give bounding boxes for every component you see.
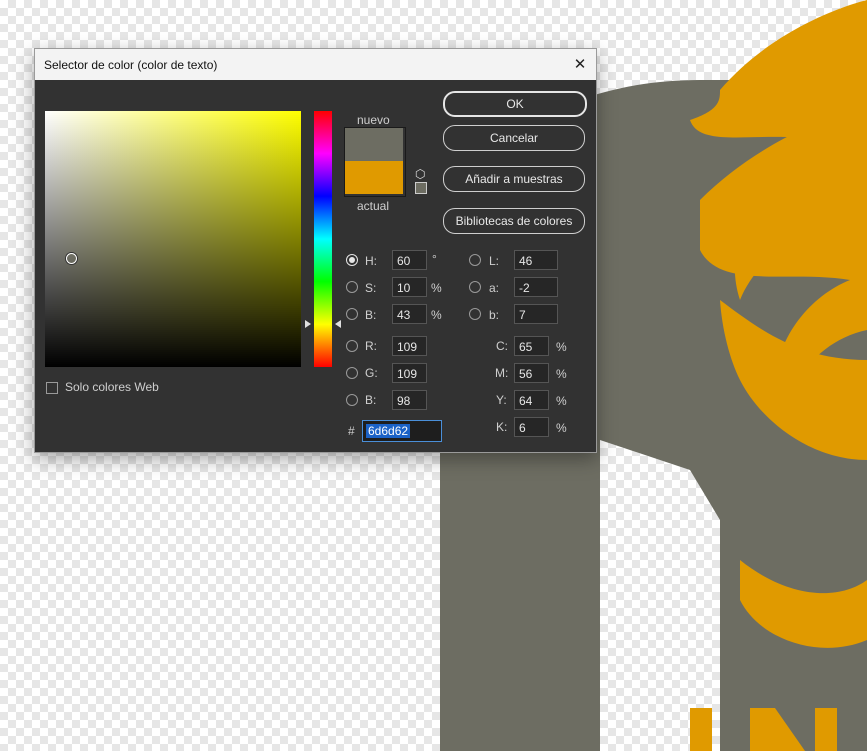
brightness-unit: % — [431, 308, 442, 322]
close-icon[interactable]: ✕ — [564, 49, 596, 80]
s-unit: % — [431, 281, 442, 295]
g-label: G: — [365, 366, 378, 380]
radio-h[interactable] — [346, 254, 358, 266]
hue-slider-left-arrow-icon[interactable] — [305, 320, 311, 328]
radio-lab-b[interactable] — [469, 308, 481, 320]
k-input[interactable]: 6 — [514, 417, 549, 437]
k-unit: % — [556, 421, 567, 435]
brightness-input[interactable]: 43 — [392, 304, 427, 324]
lab-b-label: b: — [489, 308, 500, 322]
orange-letter-shape — [690, 708, 712, 751]
a-input[interactable]: -2 — [514, 277, 558, 297]
s-input[interactable]: 10 — [392, 277, 427, 297]
dialog-titlebar: Selector de color (color de texto) ✕ — [35, 49, 596, 80]
cube-icon[interactable]: ⬡ — [415, 167, 425, 181]
dialog-title: Selector de color (color de texto) — [44, 58, 218, 72]
web-safe-swatch-icon[interactable] — [415, 182, 427, 194]
brightness-label: B: — [365, 308, 377, 322]
saturation-brightness-field[interactable] — [45, 111, 301, 367]
m-input[interactable]: 56 — [514, 363, 549, 383]
m-unit: % — [556, 367, 567, 381]
h-input[interactable]: 60 — [392, 250, 427, 270]
r-label: R: — [365, 339, 377, 353]
hex-label: # — [348, 424, 355, 438]
ok-button[interactable]: OK — [443, 91, 587, 117]
add-to-swatches-button[interactable]: Añadir a muestras — [443, 166, 585, 192]
radio-brightness[interactable] — [346, 308, 358, 320]
color-libraries-button[interactable]: Bibliotecas de colores — [443, 208, 585, 234]
current-color-swatch[interactable] — [345, 161, 403, 194]
a-label: a: — [489, 281, 500, 295]
orange-letter-shape — [815, 708, 837, 751]
hex-value: 6d6d62 — [366, 424, 411, 438]
radio-l[interactable] — [469, 254, 481, 266]
color-picker-dialog: Selector de color (color de texto) ✕ nue… — [34, 48, 597, 453]
web-colors-only-checkbox[interactable] — [46, 382, 58, 394]
radio-r[interactable] — [346, 340, 358, 352]
radio-blue[interactable] — [346, 394, 358, 406]
c-unit: % — [556, 340, 567, 354]
hex-input[interactable]: 6d6d62 — [362, 420, 442, 442]
field-picker-handle[interactable] — [66, 253, 77, 264]
r-input[interactable]: 109 — [392, 336, 427, 356]
new-color-label: nuevo — [357, 113, 390, 127]
c-input[interactable]: 65 — [514, 336, 549, 356]
blue-input[interactable]: 98 — [392, 390, 427, 410]
l-input[interactable]: 46 — [514, 250, 558, 270]
k-label: K: — [496, 420, 508, 434]
g-input[interactable]: 109 — [392, 363, 427, 383]
y-input[interactable]: 64 — [514, 390, 549, 410]
cancel-button[interactable]: Cancelar — [443, 125, 585, 151]
m-label: M: — [495, 366, 509, 380]
web-colors-only-label: Solo colores Web — [65, 380, 159, 394]
radio-a[interactable] — [469, 281, 481, 293]
h-unit: ° — [432, 252, 437, 266]
y-unit: % — [556, 394, 567, 408]
new-color-swatch — [345, 128, 403, 161]
y-label: Y: — [496, 393, 507, 407]
radio-g[interactable] — [346, 367, 358, 379]
radio-s[interactable] — [346, 281, 358, 293]
hue-slider-right-arrow-icon[interactable] — [335, 320, 341, 328]
current-color-label: actual — [357, 199, 390, 213]
c-label: C: — [496, 339, 508, 353]
l-label: L: — [489, 254, 500, 268]
s-label: S: — [365, 281, 377, 295]
hue-slider[interactable] — [314, 111, 332, 367]
lab-b-input[interactable]: 7 — [514, 304, 558, 324]
blue-label: B: — [365, 393, 377, 407]
h-label: H: — [365, 254, 377, 268]
